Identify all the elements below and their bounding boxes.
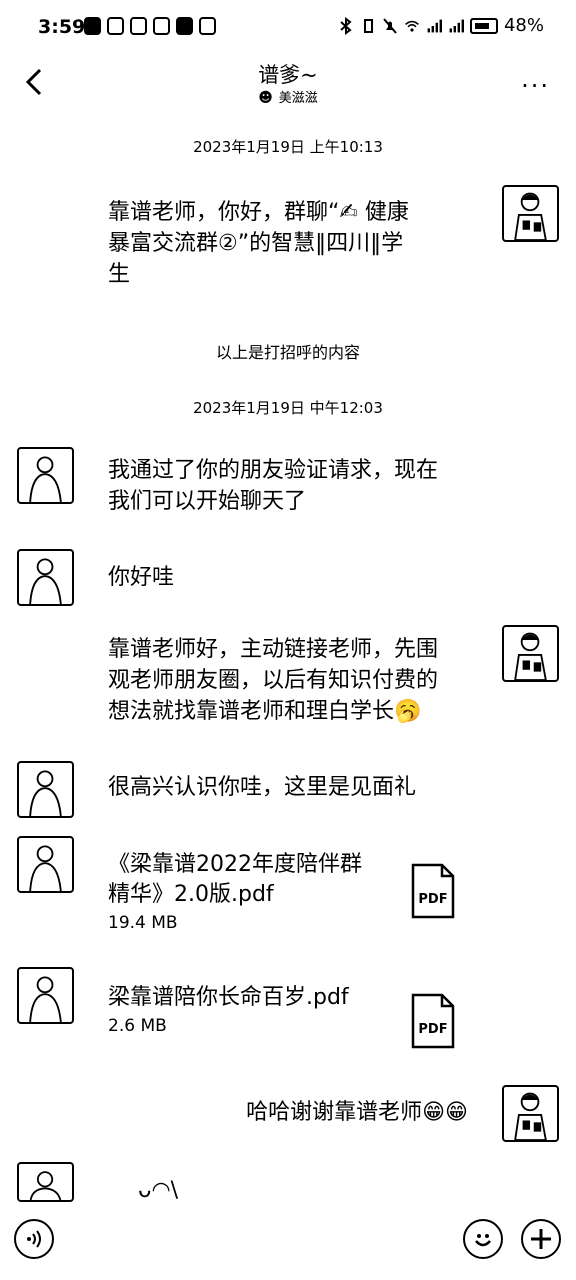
file-name-line: 《梁靠谱2022年度陪伴群 <box>108 852 362 877</box>
vibrate-icon <box>363 18 373 33</box>
status-time: 3:59 <box>38 16 86 38</box>
subtitle-text: 美滋滋 <box>278 91 318 106</box>
message-contact: 很高兴认识你哇，这里是见面礼 <box>108 775 417 800</box>
status-right: 48% <box>338 15 544 36</box>
mute-icon <box>383 17 397 34</box>
wifi-icon <box>405 20 419 32</box>
message-contact: 你好哇 <box>108 565 175 590</box>
message-self: 哈哈谢谢靠谱老师😁😁 <box>246 1100 468 1125</box>
file-name[interactable]: 《梁靠谱2022年度陪伴群 精华》2.0版.pdf <box>108 850 362 909</box>
avatar-contact[interactable] <box>17 549 74 606</box>
timestamp: 2023年1月19日 中午12:03 <box>193 399 383 417</box>
pdf-file-icon[interactable]: PDF <box>410 992 456 1050</box>
notification-icons <box>84 17 216 35</box>
chat-header: 谱爹~ ☻ 美滋滋 ··· <box>0 58 576 116</box>
avatar-contact[interactable] <box>17 1162 74 1202</box>
avatar-self[interactable] <box>502 185 559 242</box>
timestamp: 2023年1月19日 上午10:13 <box>193 138 383 156</box>
file-name-line: 精华》2.0版.pdf <box>108 881 274 907</box>
avatar-contact[interactable] <box>17 761 74 818</box>
plus-icon <box>531 1229 551 1249</box>
battery-percent: 48% <box>503 15 544 36</box>
message-line: 观老师朋友圈，以后有知识付费的 <box>108 667 439 693</box>
alarm-icon <box>107 17 124 35</box>
pdf-label: PDF <box>418 892 447 907</box>
app-icon <box>153 17 170 35</box>
message-line: 靠谱老师，你好，群聊“✍ 健康 <box>108 200 409 225</box>
avatar-contact[interactable] <box>17 836 74 893</box>
smiley-icon: ☻ <box>258 90 273 106</box>
pdf-label: PDF <box>418 1022 447 1037</box>
voice-icon <box>27 1230 41 1248</box>
n-app-icon <box>84 17 101 35</box>
add-button[interactable] <box>521 1219 561 1259</box>
system-notice: 以上是打招呼的内容 <box>215 343 360 362</box>
message-line: 想法就找靠谱老师和理白学长🥱 <box>108 698 422 724</box>
more-options-icon[interactable]: ··· <box>521 72 550 100</box>
message-line: 生 <box>108 261 131 287</box>
message-line: 我通过了你的朋友验证请求，现在 <box>108 458 439 483</box>
message-self: 靠谱老师，你好，群聊“✍ 健康 暴富交流群②”的智慧‖四川‖学 生 <box>108 198 409 290</box>
avatar-self[interactable] <box>502 625 559 682</box>
bluetooth-icon <box>340 16 352 35</box>
message-self: 靠谱老师好，主动链接老师，先围 观老师朋友圈，以后有知识付费的 想法就找靠谱老师… <box>108 635 438 727</box>
chat-title: 谱爹~ <box>258 63 318 87</box>
app-icon <box>130 17 147 35</box>
pdf-file-icon[interactable]: PDF <box>410 862 456 920</box>
message-contact: 我通过了你的朋友验证请求，现在 我们可以开始聊天了 <box>108 456 438 518</box>
file-size: 2.6 MB <box>108 1016 167 1036</box>
wechat-icon <box>199 17 216 35</box>
avatar-contact[interactable] <box>17 447 74 504</box>
status-bar: 3:59 48% <box>0 0 576 58</box>
emoji-icon <box>475 1234 491 1247</box>
battery-icon <box>469 17 498 34</box>
avatar-self[interactable] <box>502 1085 559 1142</box>
message-contact: ᴗ◠\ <box>138 1178 179 1202</box>
signal-icon <box>427 19 442 32</box>
voice-input-button[interactable] <box>14 1219 54 1259</box>
input-bar <box>0 1205 576 1280</box>
message-line: 我们可以开始聊天了 <box>108 488 307 514</box>
file-name[interactable]: 梁靠谱陪你长命百岁.pdf <box>108 983 349 1013</box>
emoji-button[interactable] <box>463 1219 503 1259</box>
play-icon <box>176 17 193 35</box>
message-line: 靠谱老师好，主动链接老师，先围 <box>108 637 439 662</box>
avatar-contact[interactable] <box>17 967 74 1024</box>
file-size: 19.4 MB <box>108 913 178 933</box>
message-line: 暴富交流群②”的智慧‖四川‖学 <box>108 230 404 256</box>
signal-icon <box>449 19 464 32</box>
chat-subtitle: ☻ 美滋滋 <box>0 87 576 106</box>
